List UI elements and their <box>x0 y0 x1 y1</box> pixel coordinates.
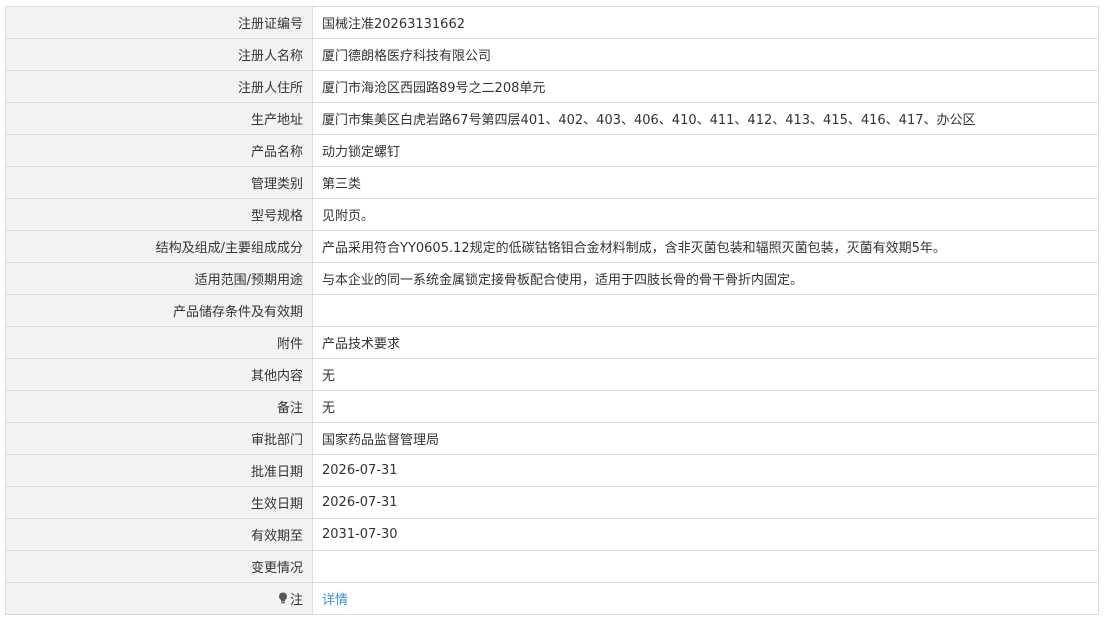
remarks-value: 无 <box>312 390 1099 423</box>
production-address-label: 生产地址 <box>5 102 313 135</box>
effective-date-value: 2026-07-31 <box>312 486 1099 519</box>
table-row-attachment: 附件 产品技术要求 <box>5 326 1099 359</box>
storage-conditions-label: 产品储存条件及有效期 <box>5 294 313 327</box>
approval-date-value: 2026-07-31 <box>312 454 1099 487</box>
attachment-label: 附件 <box>5 326 313 359</box>
table-row-production-address: 生产地址 厦门市集美区白虎岩路67号第四层401、402、403、406、410、… <box>5 102 1099 135</box>
other-content-value: 无 <box>312 358 1099 391</box>
registration-number-label: 注册证编号 <box>5 6 313 39</box>
approval-department-value: 国家药品监督管理局 <box>312 422 1099 455</box>
registrant-name-value: 厦门德朗格医疗科技有限公司 <box>312 38 1099 71</box>
registrant-name-label: 注册人名称 <box>5 38 313 71</box>
approval-date-label: 批准日期 <box>5 454 313 487</box>
note-label: 注 <box>278 589 303 608</box>
note-value-cell: 详情 <box>312 582 1099 615</box>
detail-table-body: 注册证编号 国械注准20263131662 注册人名称 厦门德朗格医疗科技有限公司 注册… <box>5 6 1099 615</box>
table-row-remarks: 备注无 <box>5 390 1099 423</box>
table-row-registration-number: 注册证编号 国械注准20263131662 <box>5 6 1099 39</box>
table-row-registrant-name: 注册人名称 厦门德朗格医疗科技有限公司 <box>5 38 1099 71</box>
storage-conditions-value <box>312 294 1099 327</box>
change-status-label: 变更情况 <box>5 550 313 583</box>
table-row-other-content: 其他内容无 <box>5 358 1099 391</box>
intended-use-label: 适用范围/预期用途 <box>5 262 313 295</box>
registration-detail-table: 注册证编号 国械注准20263131662 注册人名称 厦门德朗格医疗科技有限公司 注册… <box>5 6 1099 615</box>
intended-use-value: 与本企业的同一系统金属锁定接骨板配合使用，适用于四肢长骨的骨干骨折内固定。 <box>312 262 1099 295</box>
table-row-approval-department: 审批部门 国家药品监督管理局 <box>5 422 1099 455</box>
registrant-address-label: 注册人住所 <box>5 70 313 103</box>
lightbulb-icon <box>278 592 287 604</box>
table-row-effective-date: 生效日期 2026-07-31 <box>5 486 1099 519</box>
table-row-intended-use: 适用范围/预期用途 与本企业的同一系统金属锁定接骨板配合使用，适用于四肢长骨的骨干… <box>5 262 1099 295</box>
details-link[interactable]: 详情 <box>322 593 348 608</box>
management-category-label: 管理类别 <box>5 166 313 199</box>
model-spec-label: 型号规格 <box>5 198 313 231</box>
remarks-label: 备注 <box>5 390 313 423</box>
registrant-address-value: 厦门市海沧区西园路89号之二208单元 <box>312 70 1099 103</box>
other-content-label: 其他内容 <box>5 358 313 391</box>
structure-composition-value: 产品采用符合YY0605.12规定的低碳钴铬钼合金材料制成，含非灭菌包装和辐照灭… <box>312 230 1099 263</box>
table-row-structure-composition: 结构及组成/主要组成成分 产品采用符合YY0605.12规定的低碳钴铬钼合金材料制… <box>5 230 1099 263</box>
table-row-model-spec: 型号规格 见附页。 <box>5 198 1099 231</box>
change-status-value <box>312 550 1099 583</box>
approval-department-label: 审批部门 <box>5 422 313 455</box>
table-row-valid-until: 有效期至 2031-07-30 <box>5 518 1099 551</box>
attachment-value: 产品技术要求 <box>312 326 1099 359</box>
table-row-registrant-address: 注册人住所 厦门市海沧区西园路89号之二208单元 <box>5 70 1099 103</box>
table-row-note: 注 详情 <box>5 582 1099 615</box>
table-row-change-status: 变更情况 <box>5 550 1099 583</box>
product-name-value: 动力锁定螺钉 <box>312 134 1099 167</box>
structure-composition-label: 结构及组成/主要组成成分 <box>5 230 313 263</box>
production-address-value: 厦门市集美区白虎岩路67号第四层401、402、403、406、410、411、… <box>312 102 1099 135</box>
table-row-management-category: 管理类别 第三类 <box>5 166 1099 199</box>
table-row-product-name: 产品名称 动力锁定螺钉 <box>5 134 1099 167</box>
valid-until-label: 有效期至 <box>5 518 313 551</box>
registration-number-value: 国械注准20263131662 <box>312 6 1099 39</box>
model-spec-value: 见附页。 <box>312 198 1099 231</box>
table-row-storage-conditions: 产品储存条件及有效期 <box>5 294 1099 327</box>
effective-date-label: 生效日期 <box>5 486 313 519</box>
product-name-label: 产品名称 <box>5 134 313 167</box>
note-label-cell: 注 <box>5 582 313 615</box>
valid-until-value: 2031-07-30 <box>312 518 1099 551</box>
note-label-text: 注 <box>289 592 303 608</box>
registration-detail-panel: 注册证编号 国械注准20263131662 注册人名称 厦门德朗格医疗科技有限公司 注册… <box>5 6 1099 615</box>
table-row-approval-date: 批准日期 2026-07-31 <box>5 454 1099 487</box>
management-category-value: 第三类 <box>312 166 1099 199</box>
